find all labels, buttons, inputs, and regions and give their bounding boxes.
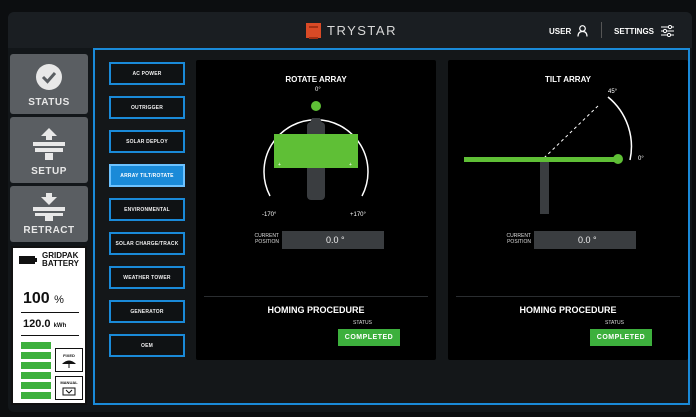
rotate-handle[interactable] — [311, 101, 321, 111]
sidebar-label-setup: SETUP — [31, 166, 67, 177]
battery-bar — [21, 372, 51, 379]
manual-label: MANUAL — [60, 380, 78, 385]
rotate-position-label-2: POSITION — [255, 239, 279, 245]
manual-mode-button[interactable]: MANUAL — [55, 376, 83, 400]
user-label: USER — [549, 26, 572, 36]
fixed-mode-button[interactable]: FIXED — [55, 348, 83, 372]
tilt-homing-label: HOMING PROCEDURE — [519, 305, 617, 315]
rotate-position-label: CURRENT POSITION — [243, 233, 279, 245]
battery-divider — [21, 312, 79, 313]
tilt-position-field: 0.0 ° — [534, 231, 636, 249]
tilt-top-angle: 45° — [608, 89, 618, 95]
header-divider — [601, 22, 602, 38]
app-screen: TRYSTAR USER SETTINGS STATUS SETUP RETRA… — [8, 12, 692, 412]
menu-solar-charge-track[interactable]: SOLAR CHARGE/TRACK — [109, 232, 185, 255]
svg-text:+: + — [278, 162, 281, 168]
rotate-status-badge: COMPLETED — [338, 329, 400, 346]
rotate-array-panel: ROTATE ARRAY 0° + + -170° +170° CURRENT … — [196, 60, 436, 360]
battery-bar — [21, 362, 51, 369]
rotate-top-angle: 0° — [315, 87, 321, 93]
umbrella-icon — [62, 360, 76, 368]
tilt-status-badge: COMPLETED — [590, 329, 652, 346]
rotate-status-label: STATUS — [353, 320, 372, 326]
battery-header: GRIDPAK BATTERY — [13, 248, 85, 268]
main-panel: AC POWER OUTRIGGER SOLAR DEPLOY ARRAY TI… — [93, 48, 690, 405]
battery-energy-value: 120.0 — [23, 318, 51, 330]
menu-environmental[interactable]: ENVIRONMENTAL — [109, 198, 185, 221]
check-circle-icon — [36, 64, 62, 90]
battery-energy: 120.0 kWh — [23, 318, 66, 330]
brand-name: TRYSTAR — [327, 22, 397, 38]
fixed-label: FIXED — [63, 352, 75, 358]
battery-title: GRIDPAK BATTERY — [42, 252, 79, 268]
user-button[interactable]: USER — [549, 25, 588, 37]
sidebar-label-status: STATUS — [28, 97, 70, 108]
menu-solar-deploy[interactable]: SOLAR DEPLOY — [109, 130, 185, 153]
settings-label: SETTINGS — [614, 26, 655, 36]
tilt-array-panel: TILT ARRAY 45° 0° CURRENT POSITION 0.0 °… — [448, 60, 688, 360]
menu-oem[interactable]: OEM — [109, 334, 185, 357]
battery-icon — [19, 256, 38, 264]
sliders-icon — [661, 25, 675, 37]
rotate-array-graphic: + + — [263, 101, 369, 200]
sidebar-label-retract: RETRACT — [23, 225, 75, 236]
rotate-homing-label: HOMING PROCEDURE — [267, 305, 365, 315]
battery-percent: 100 % — [23, 290, 64, 308]
sidebar-item-retract[interactable]: RETRACT — [10, 186, 88, 242]
battery-bar — [21, 382, 51, 389]
battery-bar — [21, 392, 51, 399]
rotate-position-field: 0.0 ° — [282, 231, 384, 249]
solar-panel-up-icon — [33, 128, 65, 160]
sidebar-item-setup[interactable]: SETUP — [10, 117, 88, 183]
tilt-status-label: STATUS — [605, 320, 624, 326]
svg-text:+: + — [349, 162, 352, 168]
battery-percent-unit: % — [54, 294, 64, 306]
menu-weather-tower[interactable]: WEATHER TOWER — [109, 266, 185, 289]
battery-card: GRIDPAK BATTERY 100 % 120.0 kWh FIXED MA… — [11, 246, 87, 405]
menu-ac-power[interactable]: AC POWER — [109, 62, 185, 85]
sidebar-item-status[interactable]: STATUS — [10, 54, 88, 114]
battery-bar — [21, 342, 51, 349]
battery-divider-2 — [21, 335, 79, 336]
rotate-divider — [204, 296, 428, 297]
tilt-right-angle: 0° — [638, 156, 644, 162]
menu-outrigger[interactable]: OUTRIGGER — [109, 96, 185, 119]
battery-title-line2: BATTERY — [42, 259, 79, 268]
tilt-array-title: TILT ARRAY — [545, 75, 591, 84]
menu-generator[interactable]: GENERATOR — [109, 300, 185, 323]
tilt-divider — [456, 296, 680, 297]
rotate-array-title: ROTATE ARRAY — [285, 75, 347, 84]
manual-control-icon — [62, 387, 76, 396]
trystar-logo-icon — [306, 22, 321, 39]
tilt-position-label: CURRENT POSITION — [495, 233, 531, 245]
tilt-array-graphic — [464, 96, 633, 214]
battery-percent-value: 100 — [23, 290, 50, 307]
user-icon — [577, 25, 588, 37]
tilt-position-label-2: POSITION — [507, 239, 531, 245]
battery-bar — [21, 352, 51, 359]
battery-level-bars — [21, 342, 51, 399]
rotate-right-angle: +170° — [350, 212, 366, 218]
menu-array-tilt-rotate[interactable]: ARRAY TILT/ROTATE — [109, 164, 185, 187]
top-bar: TRYSTAR USER SETTINGS — [8, 12, 692, 48]
tilt-handle[interactable] — [613, 154, 623, 164]
settings-button[interactable]: SETTINGS — [614, 25, 675, 37]
rotate-left-angle: -170° — [262, 212, 277, 218]
battery-energy-unit: kWh — [53, 323, 67, 329]
brand-logo: TRYSTAR — [306, 21, 397, 39]
solar-panel-down-icon — [33, 193, 65, 221]
